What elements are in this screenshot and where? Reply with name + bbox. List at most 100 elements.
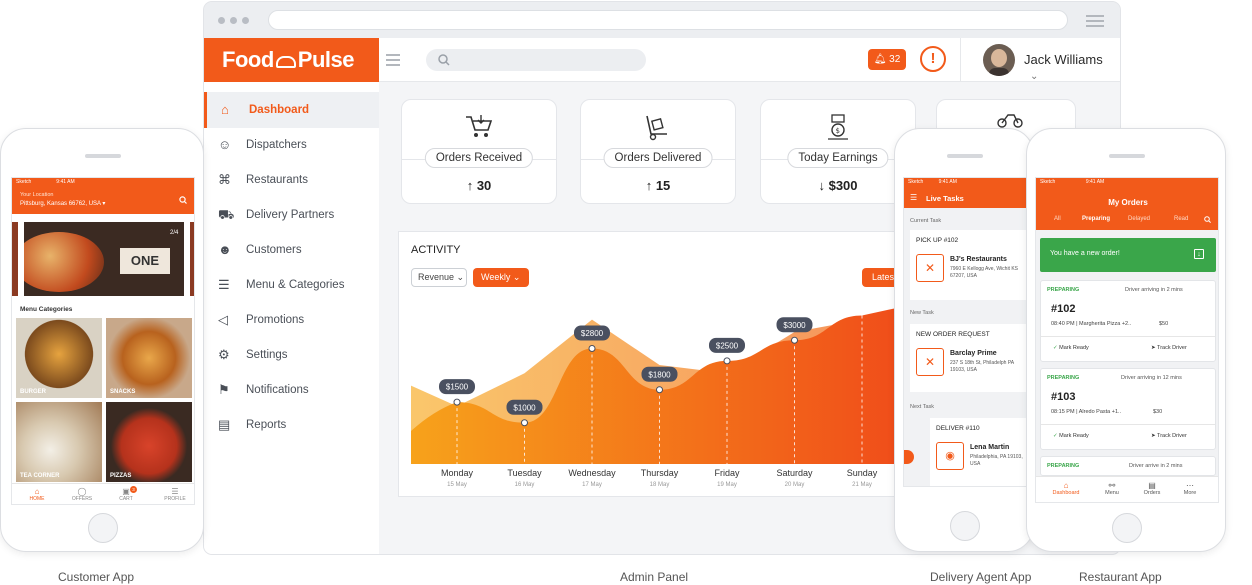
search-input[interactable] xyxy=(426,49,646,71)
search-icon[interactable] xyxy=(179,196,187,204)
order-card[interactable]: PREPARING Driver arriving in 12 mins #10… xyxy=(1040,368,1216,450)
metric-select[interactable]: Revenue ⌄ xyxy=(411,268,467,287)
arrow-down-icon: ↓ xyxy=(818,178,825,193)
chart-point[interactable] xyxy=(656,386,663,394)
activity-chart: $1500 Monday 15 May $1000 Tuesday 16 May $2800… xyxy=(411,303,919,488)
browser-menu-icon[interactable] xyxy=(1086,12,1104,30)
scooter-icon: ➤ xyxy=(1151,345,1156,351)
tab-all[interactable]: All xyxy=(1054,216,1061,222)
sidebar-item-delivery-partners[interactable]: ⛟ Delivery Partners xyxy=(204,197,379,233)
phone-speaker xyxy=(85,154,121,158)
chart-x-tick-label: Sunday xyxy=(847,468,878,478)
sidebar-item-reports[interactable]: ▤ Reports xyxy=(204,407,379,443)
alert-icon[interactable]: ! xyxy=(920,46,946,72)
logo-text-2: Pulse xyxy=(297,47,355,72)
stat-label: Today Earnings xyxy=(787,148,889,168)
chart-x-date-label: 16 May xyxy=(515,482,535,488)
chart-point[interactable] xyxy=(453,398,461,406)
mark-ready-button[interactable]: ✓ Mark Ready xyxy=(1053,433,1089,439)
sidebar-item-customers[interactable]: ☻ Customers xyxy=(204,232,379,268)
category-tile-snacks[interactable]: SNACKS xyxy=(106,318,192,398)
chart-x-tick-label: Tuesday xyxy=(507,468,542,478)
mark-ready-button[interactable]: ✓ Mark Ready xyxy=(1053,345,1089,351)
url-bar[interactable] xyxy=(268,10,1068,30)
tab-menu[interactable]: ⚯ Menu xyxy=(1100,481,1124,496)
home-button[interactable] xyxy=(88,513,118,543)
promo-banner[interactable]: ONE 2/4 xyxy=(24,222,184,296)
trolley-icon xyxy=(646,115,667,141)
browser-chrome xyxy=(204,2,1120,38)
stat-card-today-earnings[interactable]: $ Today Earnings ↓ $300 xyxy=(760,99,916,204)
chart-point[interactable] xyxy=(521,419,528,427)
new-order-banner[interactable]: You have a new order! ↓ xyxy=(1040,238,1216,272)
period-select[interactable]: Weekly ⌄ xyxy=(473,268,529,287)
home-button[interactable] xyxy=(950,511,980,541)
tab-offers[interactable]: ◯ OFFERS xyxy=(70,487,94,502)
order-id: #102 xyxy=(1051,303,1076,315)
chart-value-label: $1000 xyxy=(513,403,536,412)
sidebar-item-dispatchers[interactable]: ☺ Dispatchers xyxy=(204,127,379,163)
section-label: New Task xyxy=(910,310,934,316)
stat-card-orders-received[interactable]: Orders Received ↑ 30 xyxy=(401,99,557,204)
categories-title: Menu Categories xyxy=(20,306,73,313)
prev-task-icon[interactable] xyxy=(904,450,914,464)
task-title: PICK UP #102 xyxy=(916,237,959,244)
order-card[interactable]: PREPARING Driver arriving in 2 mins #102… xyxy=(1040,280,1216,362)
category-tile-tea-corner[interactable]: TEA CORNER xyxy=(16,402,102,482)
task-card-new[interactable]: NEW ORDER REQUEST ✕ Barclay Prime 237 S … xyxy=(910,324,1028,392)
user-menu[interactable]: Jack Williams ⌄ xyxy=(1024,52,1120,82)
sidebar-item-dashboard[interactable]: ⌂ Dashboard xyxy=(204,92,379,128)
restaurant-screen: Sketch 9:41 AM My Orders All Preparing D… xyxy=(1035,177,1219,503)
avatar[interactable] xyxy=(983,44,1015,76)
order-price: $30 xyxy=(1153,409,1163,415)
sidebar-item-settings[interactable]: ⚙ Settings xyxy=(204,337,379,373)
location-select[interactable]: Pittsburg, Kansas 66762, USA ▾ xyxy=(20,200,105,207)
status-bar: Sketch 9:41 AM xyxy=(16,179,75,185)
notifications-button[interactable]: 🔔︎ 32 xyxy=(868,49,906,70)
chart-point[interactable] xyxy=(588,345,596,352)
task-card-next[interactable]: DELIVER #110 ◉ Lena Martin Philadelphia,… xyxy=(930,418,1028,486)
tab-profile[interactable]: ☰ PROFILE xyxy=(162,487,188,502)
divider xyxy=(1041,424,1215,425)
sidebar-item-promotions[interactable]: ◁ Promotions xyxy=(204,302,379,338)
tab-ready[interactable]: Read xyxy=(1174,216,1188,222)
restaurant-tabbar: ⌂ Dashboard ⚯ Menu ▤ Orders ⋯ More xyxy=(1036,476,1218,502)
tab-preparing[interactable]: Preparing xyxy=(1082,216,1110,222)
home-icon: ⌂ xyxy=(1063,481,1069,490)
category-tile-pizzas[interactable]: PIZZAS xyxy=(106,402,192,482)
sidebar-item-label: Customers xyxy=(246,244,302,256)
sidebar-item-notifications[interactable]: ⚑ Notifications xyxy=(204,372,379,408)
tab-dashboard[interactable]: ⌂ Dashboard xyxy=(1048,481,1084,496)
menu-icon[interactable]: ☰ xyxy=(910,193,917,202)
search-icon[interactable] xyxy=(1204,216,1211,223)
category-tile-burger[interactable]: BURGER xyxy=(16,318,102,398)
sidebar-item-restaurants[interactable]: ⌘ Restaurants xyxy=(204,162,379,198)
tab-delayed[interactable]: Delayed xyxy=(1128,216,1150,222)
tab-cart[interactable]: ▣ CART 3 xyxy=(116,486,137,502)
tab-more[interactable]: ⋯ More xyxy=(1178,481,1202,496)
tab-orders[interactable]: ▤ Orders xyxy=(1140,481,1164,496)
pizza-image xyxy=(24,232,104,292)
stat-card-orders-delivered[interactable]: Orders Delivered ↑ 15 xyxy=(580,99,736,204)
status-bar: Sketch 9:41 AM xyxy=(908,179,957,185)
tab-label: Orders xyxy=(1143,490,1161,496)
track-driver-button[interactable]: ➤ Track Driver xyxy=(1151,433,1187,439)
customer-header: Sketch 9:41 AM Your Location Pittsburg, … xyxy=(12,178,194,214)
order-eta: Driver arriving in 12 mins xyxy=(1121,375,1182,381)
dispatcher-icon: ☺ xyxy=(218,137,232,152)
order-card[interactable]: PREPARING Driver arrive in 2 mins xyxy=(1040,456,1216,476)
caption-customer-app: Customer App xyxy=(58,570,135,584)
tab-label: HOME xyxy=(29,496,45,502)
home-button[interactable] xyxy=(1112,513,1142,543)
collapse-sidebar-icon[interactable] xyxy=(386,51,400,69)
window-dot xyxy=(218,17,225,24)
tile-label: TEA CORNER xyxy=(20,473,60,479)
tab-home[interactable]: ⌂ HOME xyxy=(27,487,47,502)
track-driver-button[interactable]: ➤ Track Driver xyxy=(1151,345,1187,351)
app-logo[interactable]: Food Pulse xyxy=(204,38,379,82)
task-card-current[interactable]: PICK UP #102 ✕ BJ's Restaurants 7960 E K… xyxy=(910,230,1028,300)
chart-point[interactable] xyxy=(723,357,731,365)
sidebar-item-menu-categories[interactable]: ☰ Menu & Categories xyxy=(204,267,379,303)
chart-point[interactable] xyxy=(791,336,798,344)
bell-icon: ⚑ xyxy=(218,382,230,397)
